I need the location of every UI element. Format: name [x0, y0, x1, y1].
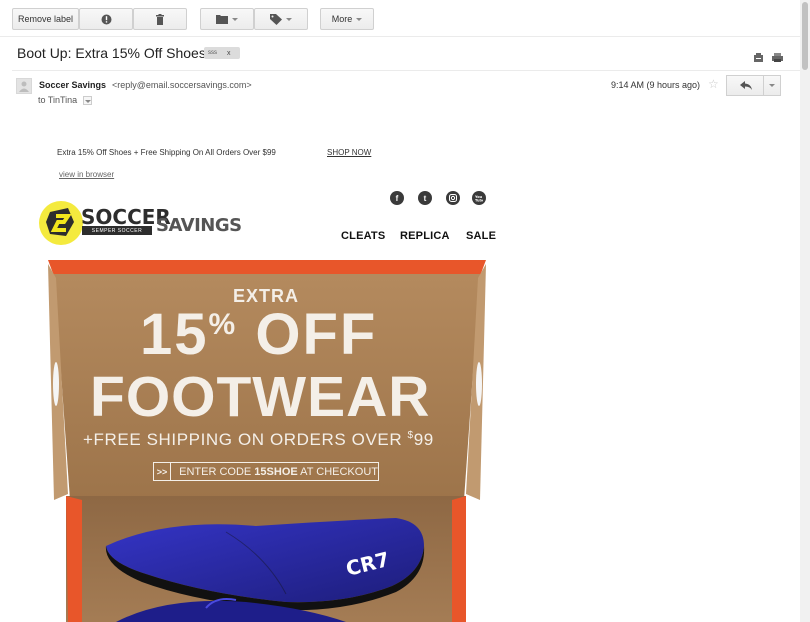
promo-code-prefix: ENTER CODE — [179, 465, 255, 478]
chevron-down-icon — [769, 84, 775, 87]
trash-icon — [155, 13, 165, 25]
more-text: More — [331, 14, 353, 24]
hero-discount-percent: % — [208, 308, 238, 341]
scrollbar-track[interactable] — [800, 0, 810, 622]
chevron-down-icon — [356, 17, 363, 21]
hero-shipping-amount: 99 — [413, 430, 434, 449]
scrollbar-thumb[interactable] — [802, 2, 808, 70]
sender-email: <reply@email.soccersavings.com> — [112, 80, 252, 90]
hero-discount-off: OFF — [255, 302, 378, 367]
folder-icon — [216, 14, 228, 24]
logo-word-savings: SAVINGS — [156, 215, 242, 236]
avatar — [16, 78, 32, 94]
label-chip-text: sss — [208, 50, 217, 56]
svg-text:Tube: Tube — [475, 198, 483, 202]
shop-now-link[interactable]: SHOP NOW — [327, 148, 371, 157]
reply-icon — [739, 77, 752, 95]
toolbar-divider — [0, 36, 800, 37]
nav-sale[interactable]: SALE — [466, 230, 496, 242]
hero-discount-text: 15% OFF — [140, 306, 377, 364]
promo-code-box: >> ENTER CODE 15SHOE AT CHECKOUT — [153, 462, 379, 481]
preheader-text: Extra 15% Off Shoes + Free Shipping On A… — [57, 148, 276, 157]
message-more-button[interactable] — [763, 75, 781, 96]
remove-label-text: Remove label — [17, 14, 74, 24]
subject-divider — [12, 70, 800, 71]
promo-code: 15SHOE — [254, 465, 298, 478]
hero-shipping-label: +FREE SHIPPING ON ORDERS OVER — [83, 430, 408, 449]
show-details-button[interactable] — [83, 96, 92, 105]
facebook-icon[interactable]: f — [390, 191, 404, 205]
star-icon[interactable]: ☆ — [708, 77, 719, 91]
more-button[interactable]: More — [320, 8, 374, 30]
hero-shipping-text: +FREE SHIPPING ON ORDERS OVER $99 — [83, 430, 434, 450]
remove-label-button[interactable]: Remove label — [12, 8, 79, 30]
instagram-icon[interactable] — [446, 191, 460, 205]
labels-button[interactable] — [254, 8, 308, 30]
promo-code-text: ENTER CODE 15SHOE AT CHECKOUT — [179, 466, 378, 478]
move-to-button[interactable] — [200, 8, 254, 30]
reply-button[interactable] — [726, 75, 764, 96]
hero-discount-number: 15 — [140, 302, 209, 367]
double-chevron-icon: >> — [154, 463, 172, 480]
chevron-down-icon — [232, 17, 238, 21]
view-in-browser-link[interactable]: view in browser — [59, 170, 114, 179]
delete-button[interactable] — [133, 8, 187, 30]
chevron-down-icon — [85, 100, 91, 103]
email-subject: Boot Up: Extra 15% Off Shoes — [17, 45, 206, 61]
chevron-down-icon — [286, 17, 292, 21]
report-spam-icon — [101, 14, 112, 25]
report-spam-button[interactable] — [79, 8, 133, 30]
sender-name[interactable]: Soccer Savings — [39, 80, 106, 90]
recipient-line: to TinTina — [38, 95, 78, 105]
hero-footwear-text: FOOTWEAR — [90, 365, 431, 429]
logo-tagline: SEMPER SOCCER — [82, 226, 152, 235]
promo-code-suffix: AT CHECKOUT — [297, 465, 378, 478]
nav-cleats[interactable]: CLEATS — [341, 230, 385, 242]
youtube-icon[interactable]: YouTube — [472, 191, 486, 205]
tag-icon — [270, 13, 282, 25]
twitter-icon[interactable]: t — [418, 191, 432, 205]
label-chip[interactable]: sss x — [204, 47, 240, 59]
label-chip-remove[interactable]: x — [227, 50, 231, 57]
print-all-icon[interactable] — [754, 49, 763, 67]
timestamp: 9:14 AM (9 hours ago) — [611, 80, 701, 90]
new-window-icon[interactable] — [772, 49, 783, 67]
nav-replica[interactable]: REPLICA — [400, 230, 450, 242]
